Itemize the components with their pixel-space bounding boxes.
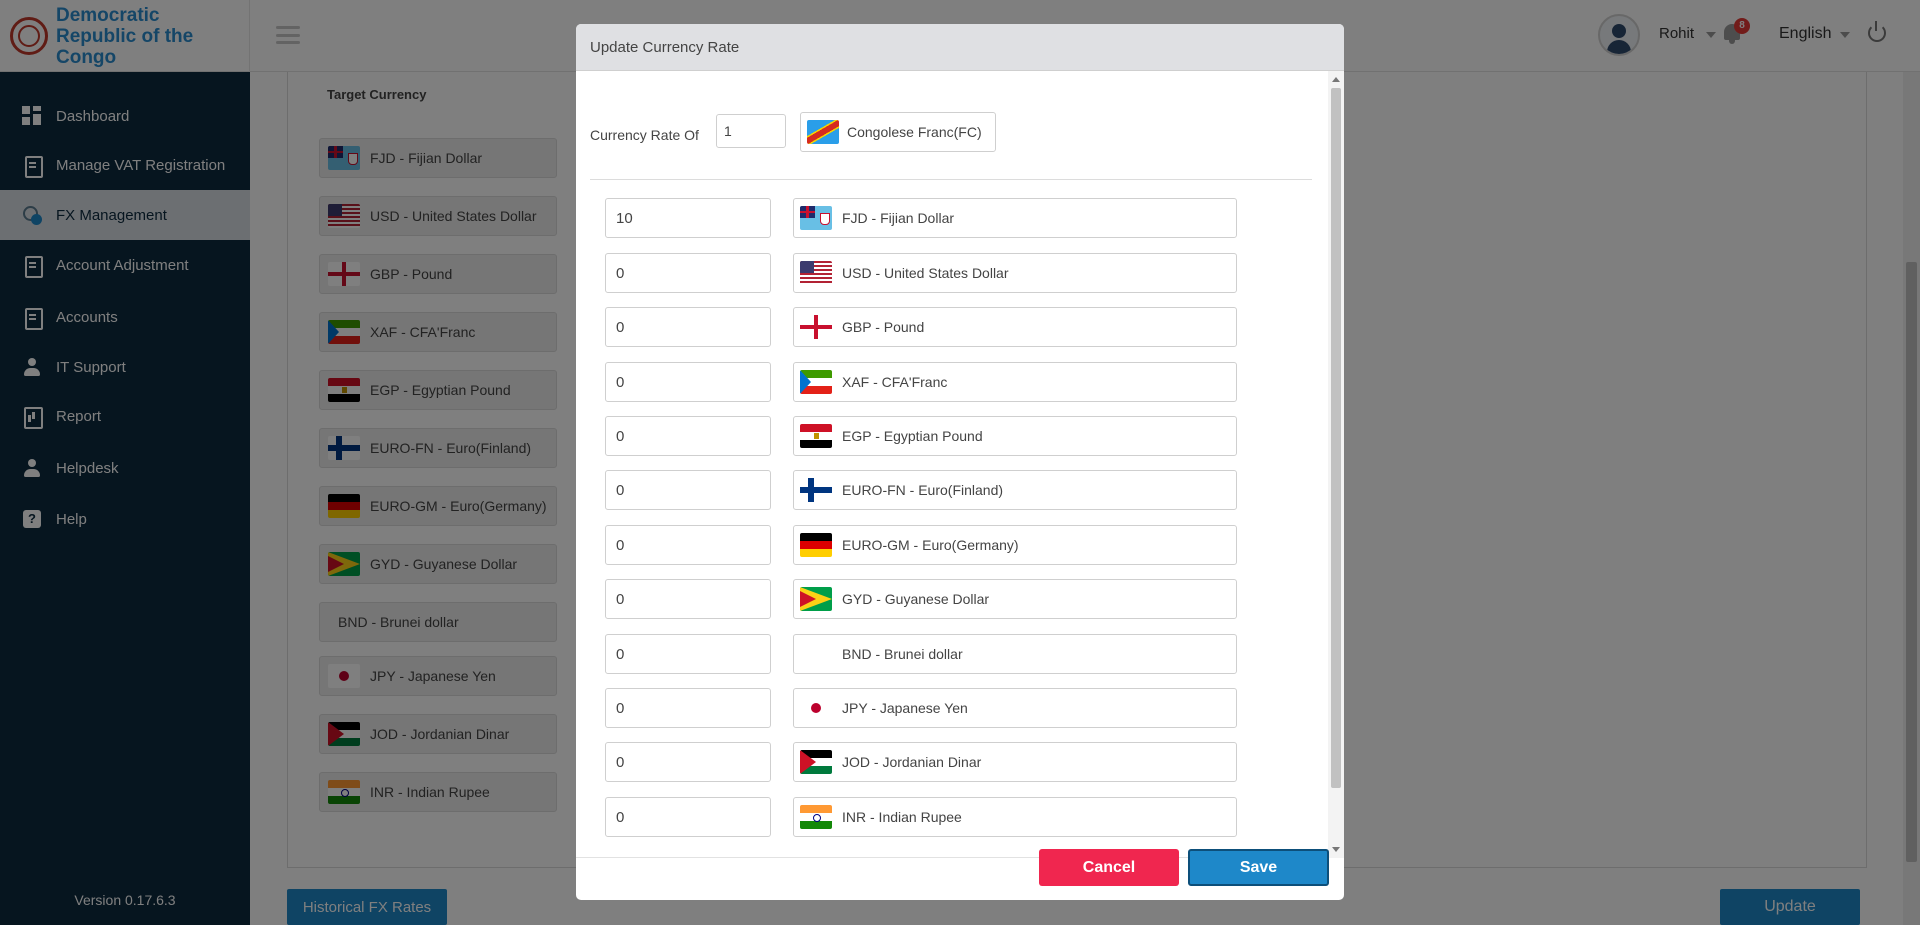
dialog-title: Update Currency Rate [576, 24, 1344, 71]
usa-flag-icon [800, 261, 832, 285]
divider [590, 179, 1312, 180]
currency-label: GYD - Guyanese Dollar [842, 591, 990, 607]
currency-label: JOD - Jordanian Dinar [842, 754, 982, 770]
currency-chip: JOD - Jordanian Dinar [793, 742, 1237, 782]
jordan-flag-icon [800, 750, 832, 774]
currency-label: INR - Indian Rupee [842, 809, 962, 825]
currency-label: JPY - Japanese Yen [842, 700, 968, 716]
base-currency-chip[interactable]: Congolese Franc(FC) [800, 112, 996, 152]
currency-chip: GYD - Guyanese Dollar [793, 579, 1237, 619]
egypt-flag-icon [800, 424, 832, 448]
rate-value-input[interactable] [605, 742, 771, 782]
dialog-scrollbar[interactable] [1328, 71, 1344, 858]
japan-flag-icon [800, 696, 832, 720]
guyana-flag-icon [800, 587, 832, 611]
rate-value-input[interactable] [605, 634, 771, 674]
equatorial-guinea-flag-icon [800, 370, 832, 394]
update-currency-rate-dialog: Update Currency Rate Currency Rate Of Co… [576, 24, 1344, 900]
rate-value-input[interactable] [605, 362, 771, 402]
cancel-button[interactable]: Cancel [1039, 849, 1179, 886]
currency-chip: USD - United States Dollar [793, 253, 1237, 293]
currency-label: EGP - Egyptian Pound [842, 428, 983, 444]
currency-label: BND - Brunei dollar [842, 646, 963, 662]
rate-value-input[interactable] [605, 307, 771, 347]
currency-label: EURO-FN - Euro(Finland) [842, 482, 1004, 498]
england-flag-icon [800, 315, 832, 339]
currency-chip: EURO-FN - Euro(Finland) [793, 470, 1237, 510]
currency-chip: INR - Indian Rupee [793, 797, 1237, 837]
rate-value-input[interactable] [605, 253, 771, 293]
currency-chip: EGP - Egyptian Pound [793, 416, 1237, 456]
currency-chip: BND - Brunei dollar [793, 634, 1237, 674]
currency-chip: XAF - CFA'Franc [793, 362, 1237, 402]
currency-rate-label: Currency Rate Of [590, 127, 699, 143]
rate-value-input[interactable] [605, 688, 771, 728]
dialog-body: Currency Rate Of Congolese Franc(FC) FJD… [576, 71, 1344, 858]
base-currency-label: Congolese Franc(FC) [847, 124, 982, 140]
fiji-flag-icon [800, 206, 832, 230]
base-rate-input[interactable] [716, 114, 786, 148]
currency-chip: EURO-GM - Euro(Germany) [793, 525, 1237, 565]
currency-chip: GBP - Pound [793, 307, 1237, 347]
scroll-down-icon[interactable] [1332, 847, 1340, 852]
currency-chip: JPY - Japanese Yen [793, 688, 1237, 728]
congo-flag-icon [807, 120, 839, 144]
india-flag-icon [800, 805, 832, 829]
rate-value-input[interactable] [605, 470, 771, 510]
rate-value-input[interactable] [605, 579, 771, 619]
germany-flag-icon [800, 533, 832, 557]
rate-value-input[interactable] [605, 198, 771, 238]
finland-flag-icon [800, 478, 832, 502]
currency-chip: FJD - Fijian Dollar [793, 198, 1237, 238]
currency-label: FJD - Fijian Dollar [842, 210, 955, 226]
save-button[interactable]: Save [1188, 849, 1329, 886]
scrollbar-thumb[interactable] [1331, 88, 1341, 788]
currency-label: XAF - CFA'Franc [842, 374, 948, 390]
currency-label: GBP - Pound [842, 319, 925, 335]
rate-value-input[interactable] [605, 416, 771, 456]
currency-label: EURO-GM - Euro(Germany) [842, 537, 1019, 553]
scroll-up-icon[interactable] [1332, 77, 1340, 82]
rate-value-input[interactable] [605, 525, 771, 565]
currency-label: USD - United States Dollar [842, 265, 1009, 281]
rate-value-input[interactable] [605, 797, 771, 837]
